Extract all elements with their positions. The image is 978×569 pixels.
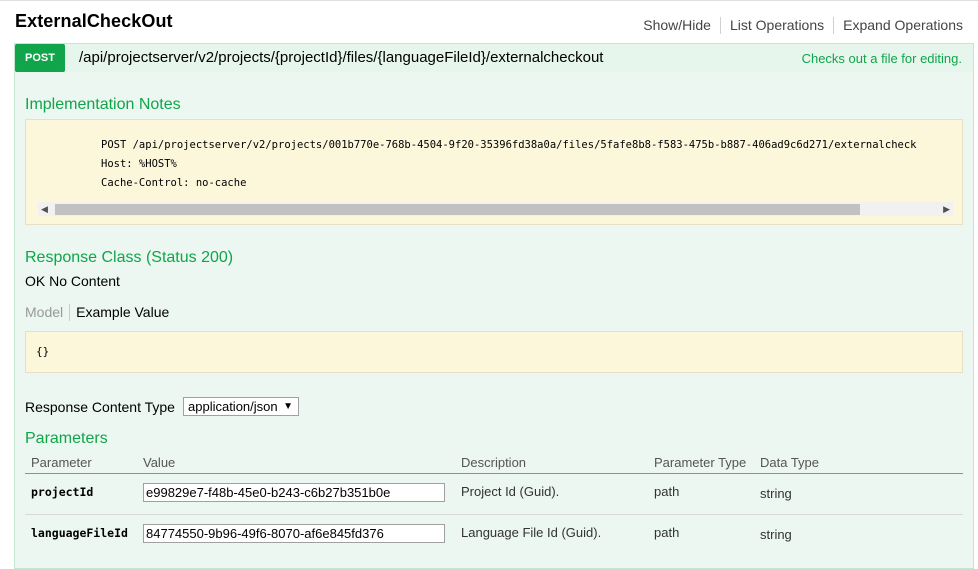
http-method-badge[interactable]: POST <box>15 44 65 72</box>
implementation-notes-heading: Implementation Notes <box>25 96 181 113</box>
response-description: OK No Content <box>25 273 120 289</box>
operations-links: Show/Hide List Operations Expand Operati… <box>634 17 963 34</box>
parameter-description: Project Id (Guid). <box>461 484 560 499</box>
scrollbar-thumb[interactable] <box>55 204 860 215</box>
parameter-data-type: string <box>760 486 792 501</box>
response-class-heading: Response Class (Status 200) <box>25 249 234 266</box>
table-row: projectId Project Id (Guid). path string <box>25 474 963 515</box>
parameter-type: path <box>654 484 680 499</box>
section-title[interactable]: ExternalCheckOut <box>15 11 173 32</box>
operation-content: Implementation Notes POST /api/projectse… <box>14 72 974 569</box>
example-value-text: {} <box>36 345 50 358</box>
scroll-left-icon[interactable]: ◀ <box>41 202 48 216</box>
caret-down-icon: ▼ <box>283 401 293 412</box>
select-value: application/json <box>188 399 278 414</box>
code-line: Cache-Control: no-cache <box>101 177 247 189</box>
endpoint-path[interactable]: /api/projectserver/v2/projects/{projectI… <box>79 49 603 66</box>
parameter-name: languageFileId <box>31 526 128 540</box>
table-row: languageFileId Language File Id (Guid). … <box>25 515 963 556</box>
operation-header[interactable]: POST /api/projectserver/v2/projects/{pro… <box>14 43 974 73</box>
tab-model[interactable]: Model <box>25 304 71 321</box>
parameter-type: path <box>654 525 680 540</box>
column-header-parameter-type: Parameter Type <box>654 455 747 470</box>
implementation-code-block: POST /api/projectserver/v2/projects/001b… <box>25 119 963 225</box>
code-line: Host: %HOST% <box>101 158 177 170</box>
horizontal-scrollbar[interactable]: ◀ ▶ <box>38 202 953 216</box>
parameters-heading: Parameters <box>25 430 108 447</box>
column-header-parameter: Parameter <box>31 455 92 470</box>
language-file-id-input[interactable] <box>143 524 445 543</box>
scroll-right-icon[interactable]: ▶ <box>943 202 950 216</box>
parameter-name: projectId <box>31 485 94 499</box>
code-text: POST /api/projectserver/v2/projects/001b… <box>101 136 916 193</box>
table-header: Parameter Value Description Parameter Ty… <box>25 450 963 474</box>
column-header-data-type: Data Type <box>760 455 820 470</box>
response-content-type-label: Response Content Type <box>25 399 175 415</box>
column-header-value: Value <box>143 455 176 470</box>
parameter-data-type: string <box>760 527 792 542</box>
column-header-description: Description <box>461 455 527 470</box>
example-value-block[interactable]: {} <box>25 331 963 373</box>
response-content-type-select[interactable]: application/json ▼ <box>183 397 299 416</box>
model-tabs: Model Example Value <box>25 304 169 321</box>
expand-operations-link[interactable]: Expand Operations <box>833 17 963 34</box>
operation-summary[interactable]: Checks out a file for editing. <box>802 51 962 66</box>
list-operations-link[interactable]: List Operations <box>719 17 833 34</box>
parameters-table: Parameter Value Description Parameter Ty… <box>25 450 963 556</box>
parameter-description: Language File Id (Guid). <box>461 525 602 540</box>
tab-example-value[interactable]: Example Value <box>70 304 169 321</box>
code-line: POST /api/projectserver/v2/projects/001b… <box>101 139 917 151</box>
project-id-input[interactable] <box>143 483 445 502</box>
show-hide-link[interactable]: Show/Hide <box>634 17 720 34</box>
top-divider <box>0 0 978 3</box>
